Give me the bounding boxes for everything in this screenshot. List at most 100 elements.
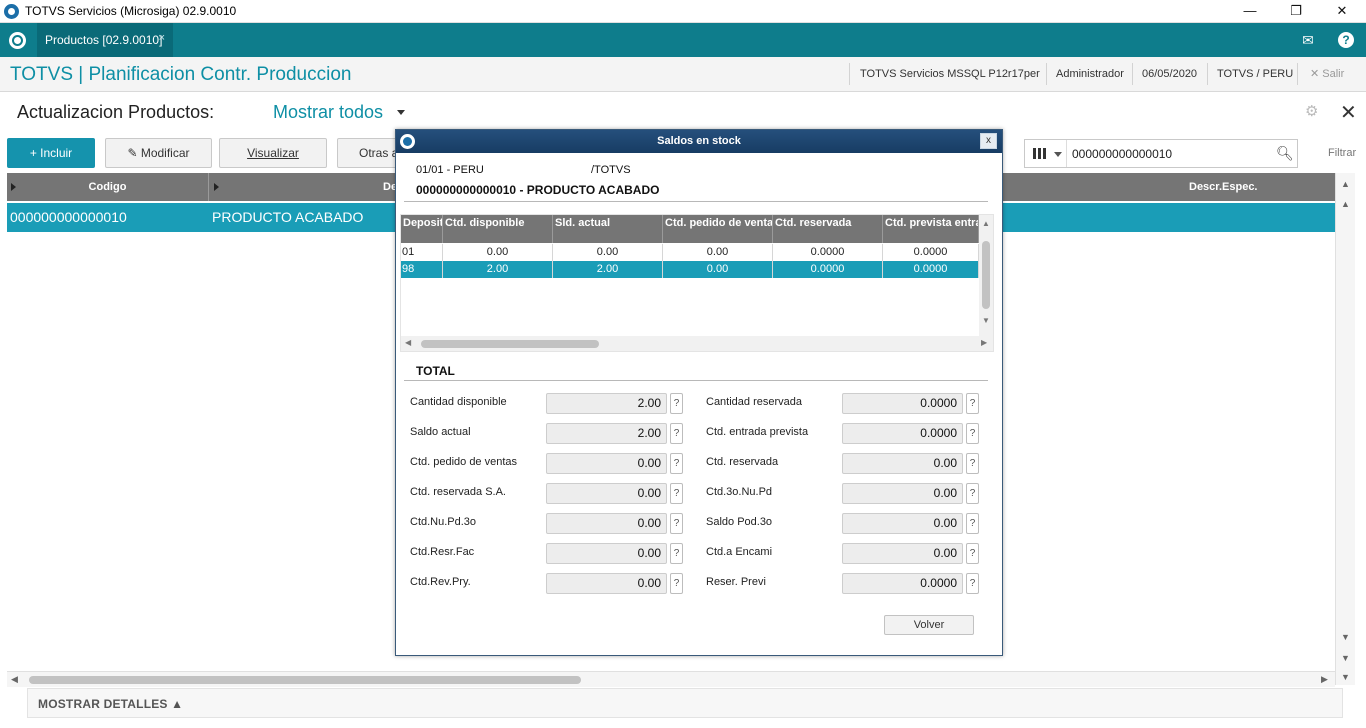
scroll-thumb[interactable] [29, 676, 581, 684]
exit-button[interactable]: ✕ Salir [1310, 67, 1344, 80]
dialog-close-button[interactable]: x [980, 133, 997, 149]
field-ctd-reservada: 0.00 [842, 453, 963, 474]
module-title: TOTVS | Planificacion Contr. Produccion [10, 64, 352, 85]
column-deposito[interactable]: Deposito [401, 215, 443, 243]
column-marker-icon [214, 183, 219, 191]
table-horizontal-scrollbar[interactable]: ◀ ▶ [401, 336, 993, 351]
label-saldo-actual: Saldo actual [410, 426, 471, 438]
cell-deposito: 98 [401, 261, 443, 278]
window-close-button[interactable]: ✕ [1319, 0, 1365, 23]
row-codigo: 000000000000010 [10, 209, 127, 225]
view-button[interactable]: Visualizar [219, 138, 327, 168]
field-saldo-actual: 2.00 [546, 423, 667, 444]
scroll-bottom-icon: ▼ [1341, 672, 1350, 682]
show-details-label: MOSTRAR DETALLES ▲ [38, 697, 184, 711]
stock-table: Deposito Ctd. disponible Sld. actual Ctd… [400, 214, 994, 352]
divider [1046, 63, 1047, 85]
gear-icon[interactable]: ⚙ [1305, 104, 1321, 120]
scroll-right-icon: ▶ [981, 338, 988, 347]
tab-close-icon[interactable]: × [159, 32, 165, 44]
scroll-thumb[interactable] [421, 340, 599, 348]
help-button[interactable]: ? [670, 483, 683, 504]
cell-ctd-reservada: 0.0000 [773, 261, 883, 278]
user-label: Administrador [1056, 68, 1124, 80]
help-button[interactable]: ? [670, 573, 683, 594]
totvs-logo-icon[interactable] [9, 32, 26, 49]
window-title: TOTVS Servicios (Microsiga) 02.9.0010 [25, 4, 237, 18]
help-button[interactable]: ? [966, 573, 979, 594]
column-ctd-reservada[interactable]: Ctd. reservada [773, 215, 883, 243]
column-ctd-prevista[interactable]: Ctd. prevista entrada [883, 215, 979, 243]
scroll-up-icon: ▲ [982, 219, 990, 228]
grid-vertical-scrollbar[interactable]: ▲ ▲ ▼ ▼ ▼ [1335, 173, 1355, 685]
table-vertical-scrollbar[interactable]: ▲ ▼ [979, 215, 993, 336]
page-title: Actualizacion Productos: [17, 102, 215, 122]
field-ctd-entrada-prevista: 0.0000 [842, 423, 963, 444]
mail-icon[interactable]: ✉ [1299, 31, 1317, 49]
column-descr-espec[interactable]: Descr.Espec. [1189, 173, 1258, 201]
scroll-top-icon: ▲ [1341, 179, 1350, 189]
divider [1207, 63, 1208, 85]
scroll-left-icon: ◀ [11, 674, 18, 684]
restore-button[interactable]: ❐ [1273, 0, 1319, 23]
field-ctd-resr-fac: 0.00 [546, 543, 667, 564]
table-row-selected[interactable]: 98 2.00 2.00 0.00 0.0000 0.0000 [401, 261, 979, 278]
column-ctd-disponible[interactable]: Ctd. disponible [443, 215, 553, 243]
view-filter-select[interactable]: Mostrar todos [273, 102, 383, 123]
divider [1297, 63, 1298, 85]
help-button[interactable]: ? [966, 423, 979, 444]
back-button[interactable]: Volver [884, 615, 974, 635]
cell-ctd-pedido: 0.00 [663, 244, 773, 261]
modify-button[interactable]: ✎ Modificar [105, 138, 212, 168]
help-button[interactable]: ? [670, 513, 683, 534]
scroll-down-icon: ▼ [1341, 632, 1350, 642]
help-button[interactable]: ? [966, 543, 979, 564]
help-button[interactable]: ? [966, 483, 979, 504]
chevron-down-icon[interactable] [397, 110, 405, 115]
search-icon[interactable]: 🔍︎ [1276, 145, 1294, 162]
cell-ctd-disponible: 0.00 [443, 244, 553, 261]
help-button[interactable]: ? [670, 423, 683, 444]
table-row[interactable]: 01 0.00 0.00 0.00 0.0000 0.0000 [401, 244, 979, 261]
cell-ctd-prevista: 0.0000 [883, 261, 979, 278]
window-titlebar: TOTVS Servicios (Microsiga) 02.9.0010 — … [0, 0, 1366, 23]
dialog-title: Saldos en stock [657, 135, 741, 147]
minimize-button[interactable]: — [1227, 0, 1273, 23]
module-header: TOTVS | Planificacion Contr. Produccion … [0, 57, 1366, 92]
help-button[interactable]: ? [966, 393, 979, 414]
help-button[interactable]: ? [670, 543, 683, 564]
column-sld-actual[interactable]: Sld. actual [553, 215, 663, 243]
help-button[interactable]: ? [966, 453, 979, 474]
scroll-down-icon: ▼ [1341, 653, 1350, 663]
close-page-icon[interactable]: ✕ [1340, 100, 1357, 125]
help-button[interactable]: ? [670, 393, 683, 414]
scroll-down-icon: ▼ [982, 316, 990, 325]
column-selector[interactable] [1025, 140, 1067, 167]
field-ctd-reservada-sa: 0.00 [546, 483, 667, 504]
help-button[interactable]: ? [670, 453, 683, 474]
column-codigo[interactable]: Codigo [7, 173, 209, 201]
help-button[interactable]: ? [966, 513, 979, 534]
cell-deposito: 01 [401, 244, 443, 261]
environment-label: TOTVS Servicios MSSQL P12r17per [860, 68, 1040, 80]
scroll-right-icon: ▶ [1321, 674, 1328, 684]
grid-horizontal-scrollbar[interactable]: ◀ ▶ [7, 671, 1335, 687]
include-button[interactable]: + Incluir [7, 138, 95, 168]
tab-productos[interactable]: Productos [02.9.0010] × [37, 23, 173, 57]
search-input[interactable]: 000000000000010 [1072, 147, 1172, 161]
column-ctd-pedido[interactable]: Ctd. pedido de ventas [663, 215, 773, 243]
show-details-bar[interactable]: MOSTRAR DETALLES ▲ [27, 688, 1343, 718]
company-label: TOTVS / PERU [1217, 68, 1294, 80]
filter-link[interactable]: Filtrar [1328, 147, 1356, 159]
cell-ctd-disponible: 2.00 [443, 261, 553, 278]
cell-sld-actual: 0.00 [553, 244, 663, 261]
label-ctd-rev-pry: Ctd.Rev.Pry. [410, 576, 471, 588]
cell-ctd-pedido: 0.00 [663, 261, 773, 278]
label-ctd-pedido-ventas: Ctd. pedido de ventas [410, 456, 518, 468]
help-icon[interactable]: ? [1338, 32, 1354, 48]
page-header: Actualizacion Productos: Mostrar todos ⚙… [0, 92, 1366, 132]
label-saldo-pod-3o: Saldo Pod.3o [706, 516, 773, 528]
field-ctd-nu-pd-3o: 0.00 [546, 513, 667, 534]
scroll-thumb[interactable] [982, 241, 990, 309]
label-reser-previ: Reser. Previ [706, 576, 766, 588]
